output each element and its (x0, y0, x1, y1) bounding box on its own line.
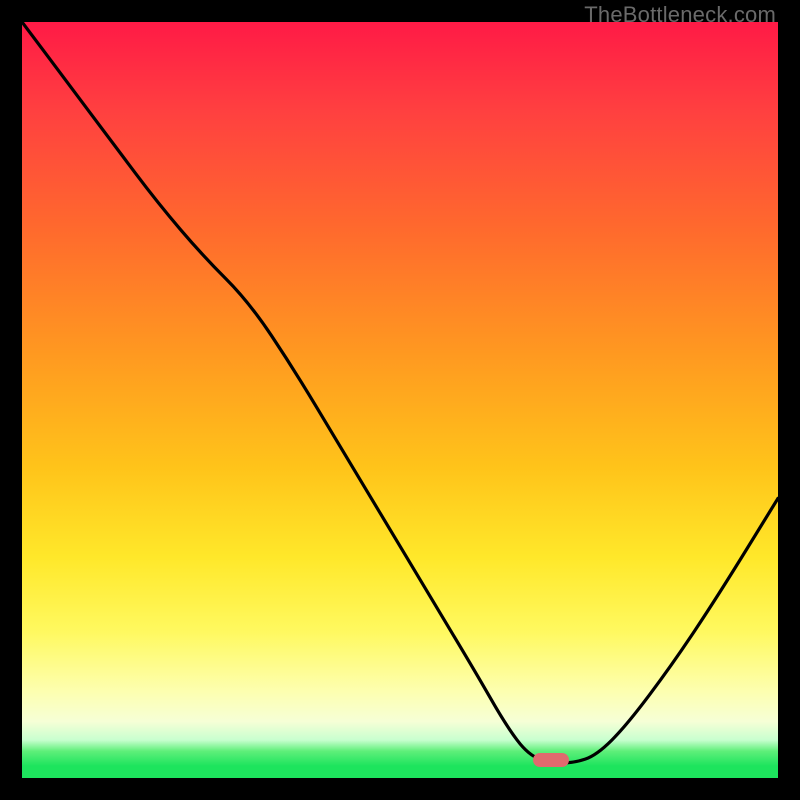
watermark-text: TheBottleneck.com (584, 2, 776, 28)
bottleneck-curve-path (22, 22, 778, 763)
bottleneck-curve (22, 22, 778, 778)
chart-frame: TheBottleneck.com (0, 0, 800, 800)
optimal-marker (533, 753, 569, 767)
plot-area (22, 22, 778, 778)
